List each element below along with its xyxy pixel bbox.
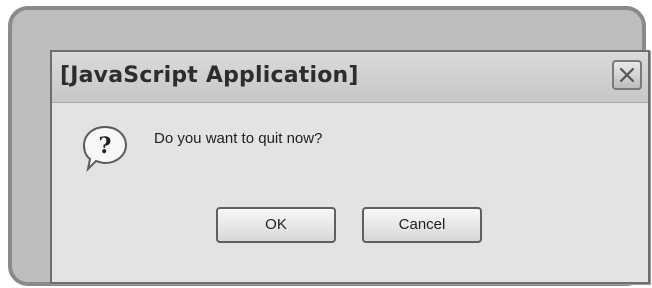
close-button[interactable] [612, 60, 642, 90]
cancel-button[interactable]: Cancel [362, 207, 482, 243]
ok-button[interactable]: OK [216, 207, 336, 243]
dialog-title: [JavaScript Application] [60, 63, 359, 88]
dialog-body: ? Do you want to quit now? OK Cancel [52, 104, 648, 282]
dialog-message: Do you want to quit now? [154, 130, 323, 147]
confirm-dialog: [JavaScript Application] ? Do you want t… [50, 50, 650, 284]
screenshot-frame: [JavaScript Application] ? Do you want t… [8, 6, 650, 286]
question-icon: ? [78, 121, 132, 180]
svg-text:?: ? [99, 133, 112, 159]
dialog-titlebar[interactable]: [JavaScript Application] [52, 52, 648, 103]
close-icon [619, 67, 635, 83]
